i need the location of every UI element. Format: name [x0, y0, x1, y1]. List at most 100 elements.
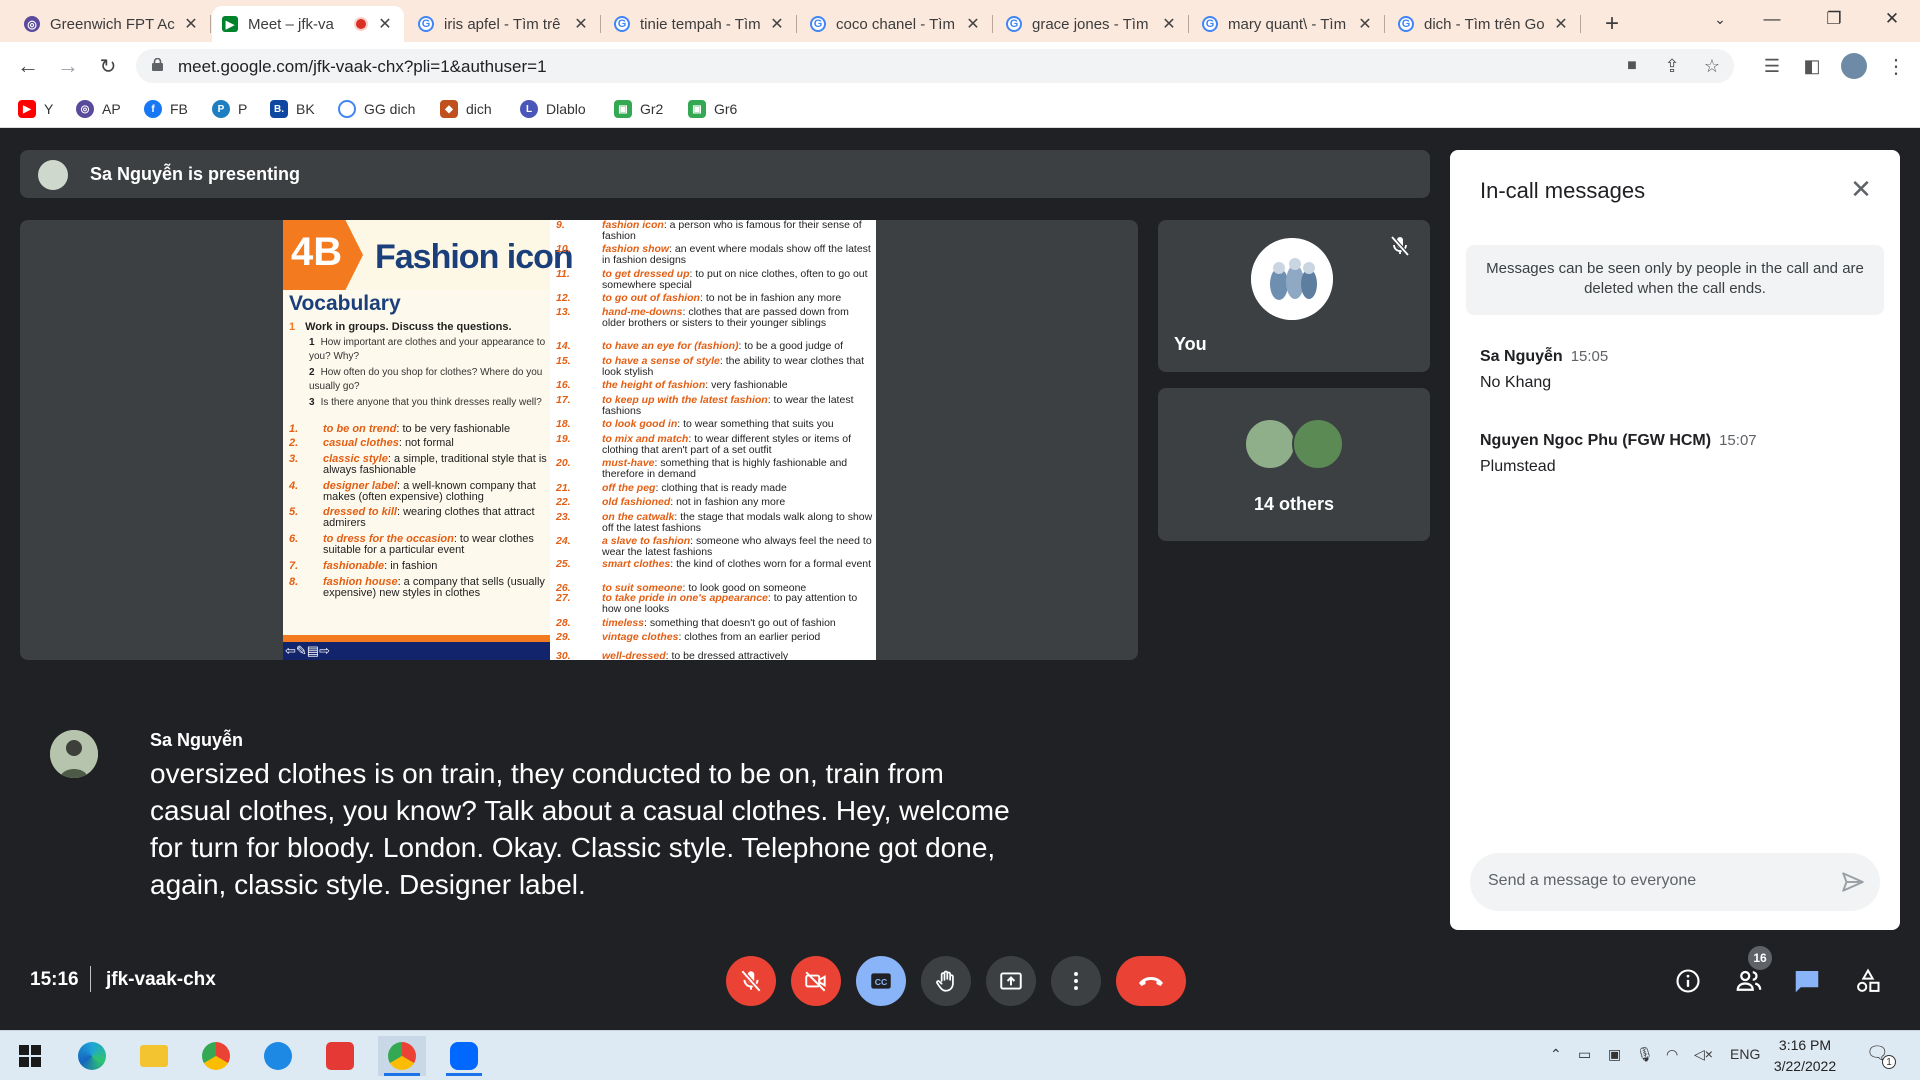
tab-title: dich - Tìm trên Go	[1424, 15, 1545, 33]
more-options-button[interactable]	[1051, 956, 1101, 1006]
forward-icon[interactable]: →	[52, 50, 84, 82]
new-tab-button[interactable]: +	[1594, 6, 1630, 42]
language-indicator[interactable]: ENG	[1730, 1046, 1760, 1062]
slide-controls-icon[interactable]: ⇦✎▤⇨	[285, 643, 330, 659]
vocab-item: 11. to get dressed up: to put on nice clo…	[556, 268, 868, 291]
google-icon: G	[1398, 16, 1414, 32]
microphone-icon[interactable]: 🎙	[1636, 1046, 1654, 1063]
menu-icon[interactable]: ⋮	[1880, 50, 1912, 82]
taskbar-edge[interactable]	[68, 1036, 116, 1076]
meet-tray-icon[interactable]: ▣	[1608, 1046, 1621, 1063]
vocab-item: 15. to have a sense of style: the ability…	[556, 355, 865, 378]
profile-avatar[interactable]	[1838, 50, 1870, 82]
vocab-item: 28. timeless: something that doesn't go o…	[556, 617, 836, 629]
hang-up-icon	[1139, 977, 1163, 986]
tab-greenwich[interactable]: ◎ Greenwich FPT Ac ✕	[14, 6, 211, 42]
bookmark-gr2[interactable]: ▣ Gr2	[614, 96, 663, 122]
bookmark-bk[interactable]: B. BK	[270, 96, 315, 122]
close-icon[interactable]: ✕	[182, 14, 200, 34]
google-icon: G	[418, 16, 434, 32]
minimize-icon[interactable]: —	[1746, 0, 1798, 38]
tab-coco-chanel[interactable]: G coco chanel - Tìm ✕	[800, 6, 993, 42]
bookmark-fb[interactable]: f FB	[144, 96, 188, 122]
activities-button[interactable]	[1845, 958, 1891, 1004]
taskbar-zalo[interactable]	[440, 1036, 488, 1076]
tab-iris-apfel[interactable]: G iris apfel - Tìm trê ✕	[408, 6, 601, 42]
vocab-item: 7. fashionable: in fashion	[289, 560, 438, 572]
tab-title: iris apfel - Tìm trê	[444, 15, 561, 33]
lock-icon	[152, 58, 163, 71]
caption-text: oversized clothes is on train, they cond…	[150, 758, 1010, 900]
vocab-item: 10. fashion show: an event where modals s…	[556, 243, 871, 266]
bookmark-dlablo[interactable]: L Dlablo	[520, 96, 586, 122]
chevron-up-icon[interactable]: ⌃	[1550, 1046, 1562, 1063]
close-window-icon[interactable]: ✕	[1866, 0, 1918, 38]
meeting-details-button[interactable]	[1665, 958, 1711, 1004]
taskbar-chrome[interactable]	[192, 1036, 240, 1076]
bookmark-label: Gr6	[714, 101, 738, 117]
battery-icon[interactable]: ▭	[1578, 1046, 1591, 1063]
presenter-avatar	[38, 160, 68, 190]
presentation-stage[interactable]: 4B Fashion icon Vocabulary 1 Work in grou…	[20, 220, 1138, 660]
tab-dich[interactable]: G dich - Tìm trên Go ✕	[1388, 6, 1581, 42]
mic-toggle-button[interactable]	[726, 956, 776, 1006]
bookmark-dich[interactable]: ◆ dich	[440, 96, 492, 122]
close-icon[interactable]: ✕	[376, 14, 394, 34]
vocab-item: 6. to dress for the occasion: to wear clo…	[289, 533, 534, 556]
chat-icon	[1795, 971, 1819, 993]
close-icon[interactable]: ✕	[1552, 14, 1570, 34]
self-label: You	[1174, 334, 1207, 354]
tab-title: coco chanel - Tìm	[836, 15, 955, 33]
chat-input[interactable]: Send a message to everyone	[1470, 853, 1880, 911]
tab-search-icon[interactable]: ⌄	[1694, 0, 1746, 38]
present-button[interactable]	[986, 956, 1036, 1006]
restore-icon[interactable]: ❐	[1808, 0, 1860, 38]
camera-toggle-button[interactable]	[791, 956, 841, 1006]
captions-button[interactable]: CC	[856, 956, 906, 1006]
bookmark-ap[interactable]: ◎ AP	[76, 96, 121, 122]
taskbar-wps[interactable]	[316, 1036, 364, 1076]
activities-icon	[1857, 968, 1880, 992]
taskbar-clock[interactable]: 3:16 PM 3/22/2022	[1766, 1035, 1844, 1077]
more-vert-icon	[1074, 972, 1078, 990]
raise-hand-button[interactable]	[921, 956, 971, 1006]
self-tile[interactable]: You	[1158, 220, 1430, 372]
leave-call-button[interactable]	[1116, 956, 1186, 1006]
close-icon[interactable]: ✕	[768, 14, 786, 34]
taskbar-chrome-active[interactable]	[378, 1036, 426, 1076]
tab-tinie-tempah[interactable]: G tinie tempah - Tìm ✕	[604, 6, 797, 42]
taskbar-app[interactable]	[254, 1036, 302, 1076]
bookmark-y[interactable]: ▶ Y	[18, 96, 53, 122]
chat-button[interactable]	[1784, 958, 1830, 1004]
others-tile[interactable]: 14 others	[1158, 388, 1430, 541]
reload-icon[interactable]: ↻	[92, 50, 124, 82]
close-icon[interactable]: ✕	[1356, 14, 1374, 34]
send-icon[interactable]	[1840, 869, 1866, 895]
close-icon[interactable]: ✕	[1846, 174, 1876, 204]
edge-icon	[78, 1042, 106, 1070]
bookmark-gg-dich[interactable]: G GG dich	[338, 96, 415, 122]
bookmark-gr6[interactable]: ▣ Gr6	[688, 96, 737, 122]
tab-title: Meet – jfk-va	[248, 15, 334, 33]
tab-grace-jones[interactable]: G grace jones - Tìm ✕	[996, 6, 1189, 42]
back-icon[interactable]: ←	[12, 50, 44, 82]
share-icon[interactable]: ⇪	[1656, 50, 1688, 82]
address-bar[interactable]: meet.google.com/jfk-vaak-chx?pli=1&authu…	[136, 49, 1734, 83]
vocab-item: 12. to go out of fashion: to not be in fa…	[556, 292, 842, 304]
url-text: meet.google.com/jfk-vaak-chx?pli=1&authu…	[178, 57, 547, 76]
camera-icon[interactable]: ■	[1616, 50, 1648, 82]
tab-meet[interactable]: ▶ Meet – jfk-va ✕	[212, 6, 404, 42]
wps-icon	[326, 1042, 354, 1070]
wifi-icon[interactable]: ◠	[1666, 1046, 1678, 1063]
close-icon[interactable]: ✕	[1160, 14, 1178, 34]
close-icon[interactable]: ✕	[964, 14, 982, 34]
bookmark-star-icon[interactable]: ☆	[1696, 50, 1728, 82]
side-panel-icon[interactable]: ◧	[1796, 50, 1828, 82]
tab-mary-quant[interactable]: G mary quant\ - Tìm ✕	[1192, 6, 1385, 42]
taskbar-explorer[interactable]	[130, 1036, 178, 1076]
start-button[interactable]	[6, 1036, 54, 1076]
media-control-icon[interactable]: ☰	[1756, 50, 1788, 82]
bookmark-p[interactable]: PP	[212, 96, 247, 122]
close-icon[interactable]: ✕	[572, 14, 590, 34]
volume-muted-icon[interactable]: ◁×	[1694, 1046, 1713, 1063]
